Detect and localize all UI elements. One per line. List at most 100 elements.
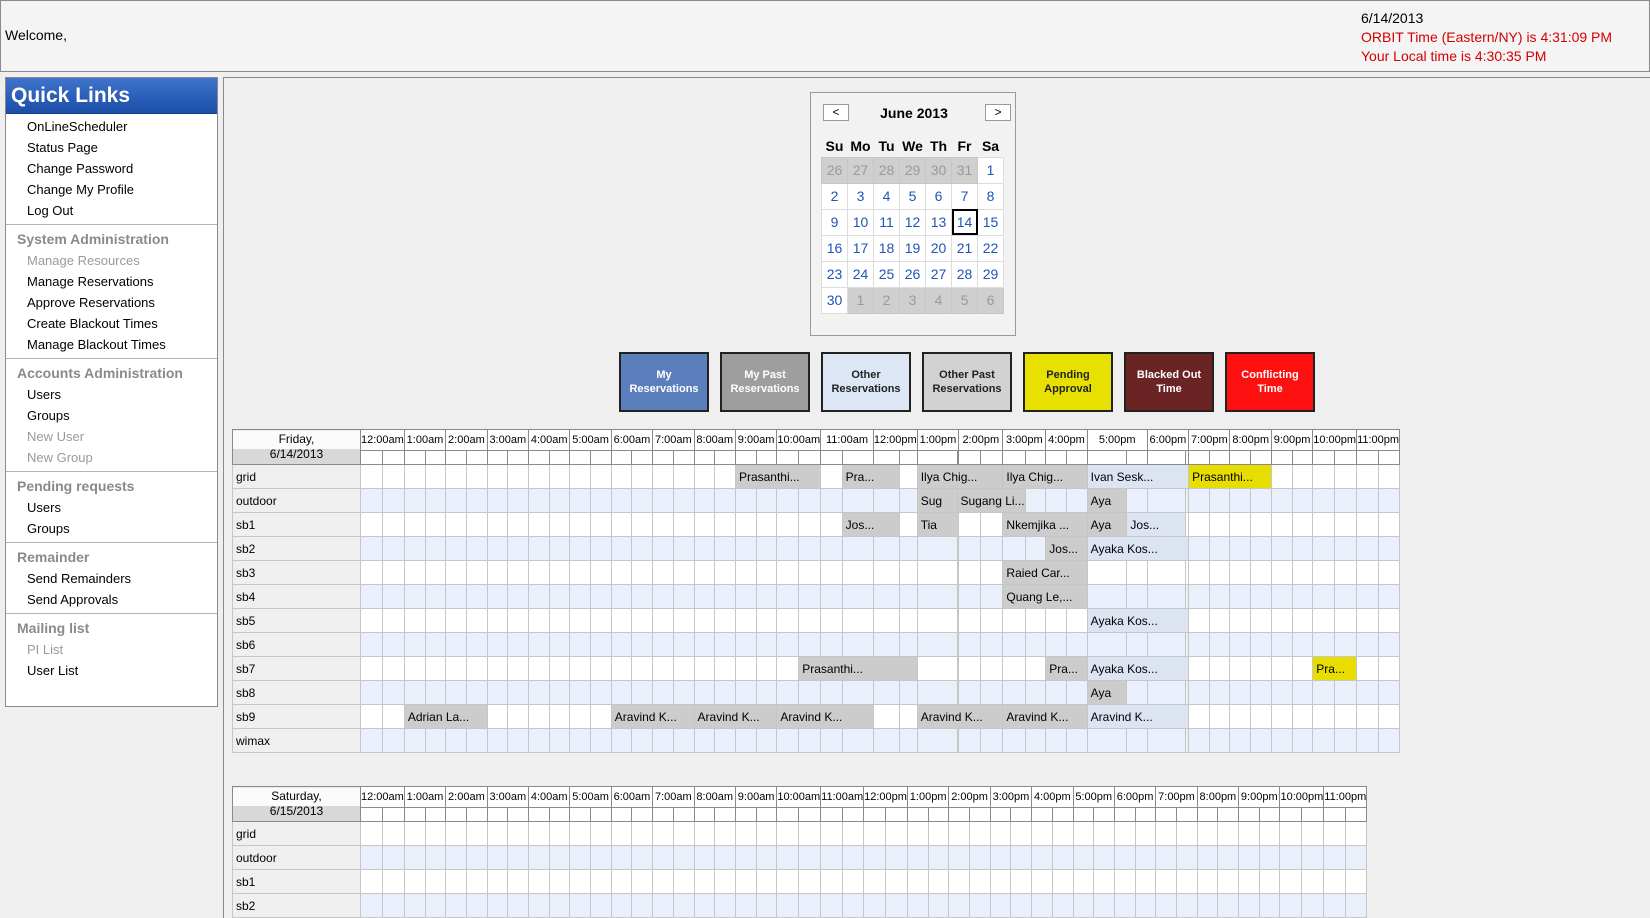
time-slot[interactable] (403, 728, 426, 753)
time-slot[interactable] (527, 821, 550, 846)
reservation-block[interactable]: Aya (1086, 680, 1128, 705)
time-slot[interactable] (798, 608, 822, 633)
time-slot[interactable] (755, 608, 778, 633)
time-slot[interactable] (360, 893, 383, 918)
resource-name[interactable]: sb5 (232, 608, 361, 633)
time-slot[interactable] (1377, 488, 1401, 513)
time-slot[interactable] (1208, 584, 1231, 609)
time-slot[interactable] (1258, 869, 1281, 894)
time-slot[interactable] (776, 512, 800, 537)
time-slot[interactable] (1377, 608, 1401, 633)
time-slot[interactable] (980, 584, 1004, 609)
calendar-day[interactable]: 14 (951, 208, 978, 236)
time-slot[interactable] (755, 869, 778, 894)
time-slot[interactable] (980, 536, 1004, 561)
time-slot[interactable] (548, 728, 571, 753)
time-slot[interactable] (1270, 632, 1293, 657)
time-slot[interactable] (820, 608, 843, 633)
time-slot[interactable] (445, 536, 467, 561)
time-slot[interactable] (1024, 488, 1047, 513)
time-slot[interactable] (1323, 869, 1346, 894)
time-slot[interactable] (872, 608, 900, 633)
time-slot[interactable] (734, 680, 757, 705)
reservation-block[interactable]: Nkemjika ... (1002, 512, 1088, 537)
time-slot[interactable] (898, 728, 918, 753)
time-slot[interactable] (445, 728, 467, 753)
time-slot[interactable] (841, 845, 865, 870)
time-slot[interactable] (548, 512, 571, 537)
time-slot[interactable] (776, 584, 800, 609)
time-slot[interactable] (403, 845, 426, 870)
time-slot[interactable] (652, 680, 674, 705)
time-slot[interactable] (1134, 821, 1157, 846)
time-slot[interactable] (527, 560, 550, 585)
time-slot[interactable] (841, 632, 874, 657)
time-slot[interactable] (445, 893, 467, 918)
time-slot[interactable] (1356, 536, 1379, 561)
time-slot[interactable] (693, 869, 716, 894)
time-slot[interactable] (1134, 869, 1157, 894)
calendar-day[interactable]: 27 (925, 260, 952, 288)
time-slot[interactable] (958, 632, 982, 657)
time-slot[interactable] (1146, 632, 1187, 657)
time-slot[interactable] (776, 893, 800, 918)
time-slot[interactable] (755, 584, 778, 609)
time-slot[interactable] (381, 869, 405, 894)
time-slot[interactable] (1250, 680, 1272, 705)
time-slot[interactable] (1045, 608, 1067, 633)
time-slot[interactable] (820, 464, 843, 489)
time-slot[interactable] (863, 893, 887, 918)
time-slot[interactable] (841, 821, 865, 846)
time-slot[interactable] (820, 584, 843, 609)
time-slot[interactable] (872, 728, 900, 753)
time-slot[interactable] (1196, 845, 1219, 870)
calendar-day[interactable]: 12 (899, 208, 926, 236)
time-slot[interactable] (610, 536, 633, 561)
time-slot[interactable] (548, 536, 571, 561)
time-slot[interactable] (631, 584, 654, 609)
time-slot[interactable] (1334, 560, 1358, 585)
time-slot[interactable] (445, 584, 467, 609)
time-slot[interactable] (652, 560, 674, 585)
time-slot[interactable] (693, 845, 716, 870)
time-slot[interactable] (969, 893, 991, 918)
time-slot[interactable] (610, 728, 633, 753)
time-slot[interactable] (906, 869, 929, 894)
time-slot[interactable] (403, 488, 426, 513)
time-slot[interactable] (1072, 869, 1095, 894)
time-slot[interactable] (465, 869, 488, 894)
calendar-day[interactable]: 30 (821, 286, 848, 314)
time-slot[interactable] (734, 869, 757, 894)
reservation-block[interactable]: Ayaka Kos... (1086, 536, 1190, 561)
time-slot[interactable] (445, 608, 467, 633)
time-slot[interactable] (989, 893, 1012, 918)
resource-name[interactable]: sb7 (232, 656, 361, 681)
time-slot[interactable] (486, 512, 509, 537)
time-slot[interactable] (872, 632, 900, 657)
time-slot[interactable] (1155, 893, 1177, 918)
time-slot[interactable] (755, 728, 778, 753)
time-slot[interactable] (755, 512, 778, 537)
time-slot[interactable] (693, 536, 716, 561)
time-slot[interactable] (424, 608, 447, 633)
time-slot[interactable] (1356, 488, 1379, 513)
time-slot[interactable] (486, 632, 509, 657)
time-slot[interactable] (672, 560, 695, 585)
time-slot[interactable] (424, 893, 447, 918)
time-slot[interactable] (927, 893, 950, 918)
time-slot[interactable] (527, 680, 550, 705)
time-slot[interactable] (631, 821, 654, 846)
time-slot[interactable] (1270, 536, 1293, 561)
reservation-block[interactable]: Pra... (841, 464, 900, 489)
time-slot[interactable] (1024, 680, 1047, 705)
time-slot[interactable] (863, 845, 887, 870)
time-slot[interactable] (841, 680, 874, 705)
time-slot[interactable] (1146, 560, 1187, 585)
time-slot[interactable] (1312, 680, 1336, 705)
time-slot[interactable] (652, 869, 674, 894)
time-slot[interactable] (1279, 893, 1303, 918)
time-slot[interactable] (714, 728, 736, 753)
time-slot[interactable] (948, 845, 971, 870)
time-slot[interactable] (1045, 488, 1067, 513)
reservation-block[interactable]: Jos... (1045, 536, 1088, 561)
